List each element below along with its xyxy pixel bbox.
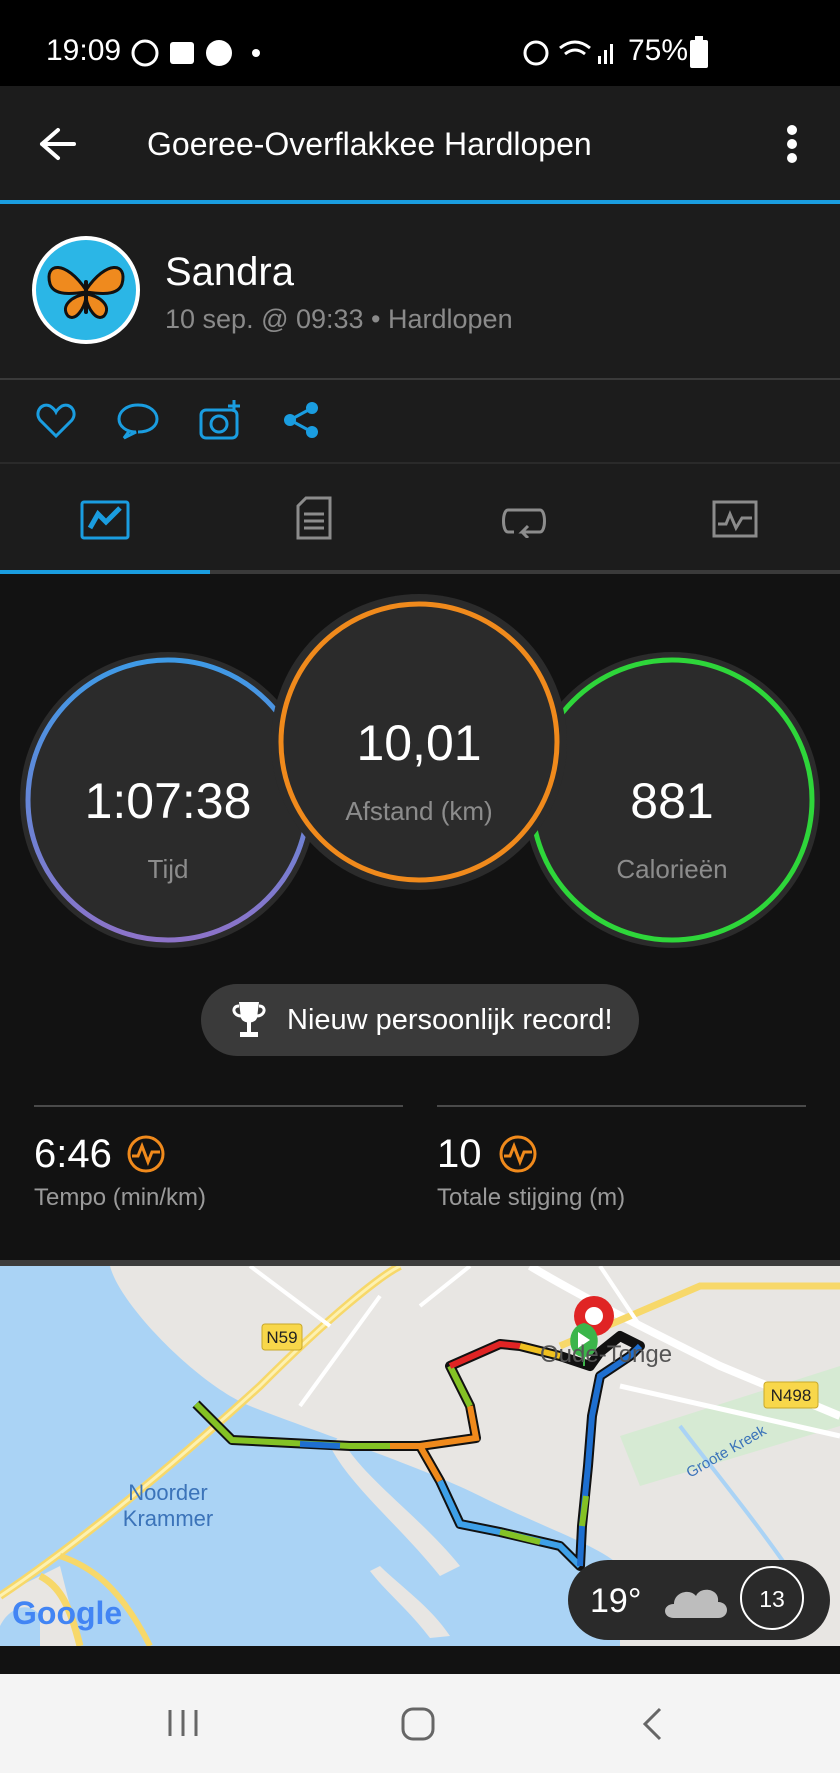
calories-value: 881 <box>630 773 714 829</box>
distance-value: 10,01 <box>356 715 482 771</box>
time-label: Tijd <box>147 854 189 884</box>
alarm-wifi-signal-icons <box>523 40 613 66</box>
road-label-n59: N59 <box>266 1328 297 1347</box>
pace-chart-icon[interactable] <box>126 1134 166 1174</box>
more-options-icon[interactable] <box>786 124 798 164</box>
activity-header: Sandra 10 sep. @ 09:33 • Hardlopen <box>0 204 840 380</box>
personal-record-text: Nieuw persoonlijk record! <box>287 1004 613 1036</box>
share-icon[interactable] <box>282 400 322 440</box>
battery-icon <box>690 36 708 68</box>
notification-icons <box>131 39 260 67</box>
ascent-chart-icon[interactable] <box>498 1134 538 1174</box>
tab-overview-icon[interactable] <box>80 500 130 540</box>
activity-tabs <box>0 464 840 574</box>
pace-label: Tempo (min/km) <box>34 1184 207 1211</box>
weather-badge[interactable]: 19° 13 <box>568 1560 830 1640</box>
calories-label: Calorieën <box>616 854 728 884</box>
metric-divider-right <box>437 1105 806 1107</box>
trophy-icon <box>232 1002 266 1037</box>
system-nav-bar <box>0 1674 840 1773</box>
app-bar: Goeree-Overflakkee Hardlopen <box>0 86 840 204</box>
time-value: 1:07:38 <box>84 773 252 829</box>
cloudy-icon <box>665 1589 727 1618</box>
water-label-line2: Krammer <box>123 1506 213 1531</box>
content-bottom-band <box>0 1646 840 1674</box>
distance-label: Afstand (km) <box>345 796 493 826</box>
add-photo-icon[interactable] <box>198 398 244 442</box>
status-bar: 19:09 75% <box>0 0 840 86</box>
user-name[interactable]: Sandra <box>165 250 294 295</box>
road-label-n498: N498 <box>771 1386 812 1405</box>
home-icon[interactable] <box>400 1706 436 1742</box>
activity-meta: 10 sep. @ 09:33 • Hardlopen <box>165 304 513 334</box>
recent-apps-icon[interactable] <box>166 1708 200 1738</box>
wind-speed: 13 <box>759 1586 785 1612</box>
ascent-value: 10 <box>437 1132 482 1176</box>
personal-record-badge[interactable]: Nieuw persoonlijk record! <box>201 984 639 1056</box>
wind-speed-dial: 13 <box>740 1566 804 1630</box>
ascent-label: Totale stijging (m) <box>437 1184 626 1211</box>
page-title: Goeree-Overflakkee Hardlopen <box>147 126 592 162</box>
back-arrow-icon[interactable] <box>38 126 78 162</box>
tab-details-icon[interactable] <box>296 496 332 540</box>
town-label: Oude-Tonge <box>540 1341 672 1368</box>
status-time: 19:09 <box>46 34 122 67</box>
like-heart-icon[interactable] <box>36 402 76 438</box>
tab-laps-icon[interactable] <box>500 502 548 538</box>
butterfly-icon <box>47 266 125 319</box>
google-logo: Google <box>12 1595 122 1631</box>
metric-divider-left <box>34 1105 403 1107</box>
weather-temperature: 19° <box>590 1582 642 1620</box>
action-bar <box>0 380 840 464</box>
back-icon[interactable] <box>640 1706 664 1742</box>
battery-level: 75% <box>628 34 689 67</box>
tab-active-indicator <box>0 570 210 574</box>
avatar[interactable] <box>32 236 140 344</box>
pace-value: 6:46 <box>34 1132 112 1176</box>
comment-icon[interactable] <box>116 402 160 440</box>
tab-charts-icon[interactable] <box>712 500 758 538</box>
water-label-line1: Noorder <box>128 1480 207 1505</box>
